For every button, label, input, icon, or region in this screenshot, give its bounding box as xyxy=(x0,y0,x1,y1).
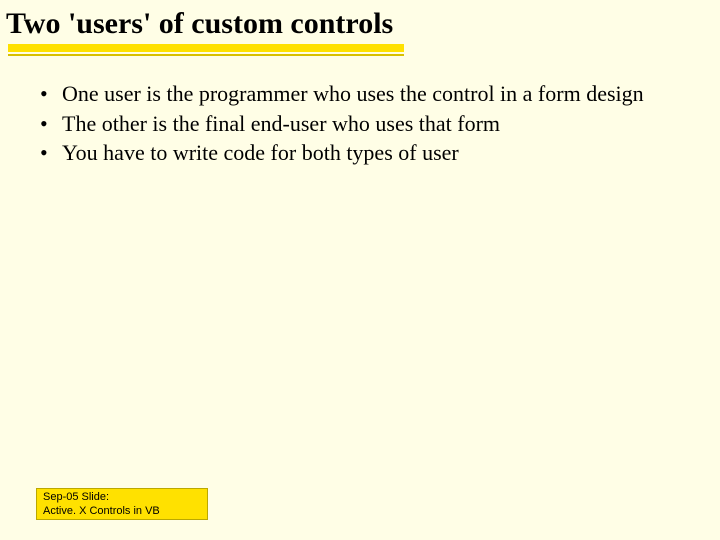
list-item: The other is the final end-user who uses… xyxy=(36,110,690,138)
slide: Two 'users' of custom controls One user … xyxy=(0,0,720,540)
bullet-text: You have to write code for both types of… xyxy=(62,140,459,165)
footer-line1: Sep-05 Slide: xyxy=(43,491,201,505)
footer-box: Sep-05 Slide: Active. X Controls in VB xyxy=(36,488,208,520)
bullet-list: One user is the programmer who uses the … xyxy=(36,80,690,167)
body-area: One user is the programmer who uses the … xyxy=(36,80,690,169)
footer-line2: Active. X Controls in VB xyxy=(43,505,201,519)
title-underline xyxy=(8,44,404,52)
list-item: One user is the programmer who uses the … xyxy=(36,80,690,108)
title-underline-thin xyxy=(8,54,404,56)
title-area: Two 'users' of custom controls xyxy=(0,2,405,52)
bullet-text: One user is the programmer who uses the … xyxy=(62,81,644,106)
list-item: You have to write code for both types of… xyxy=(36,139,690,167)
slide-title: Two 'users' of custom controls xyxy=(0,2,405,46)
bullet-text: The other is the final end-user who uses… xyxy=(62,111,500,136)
